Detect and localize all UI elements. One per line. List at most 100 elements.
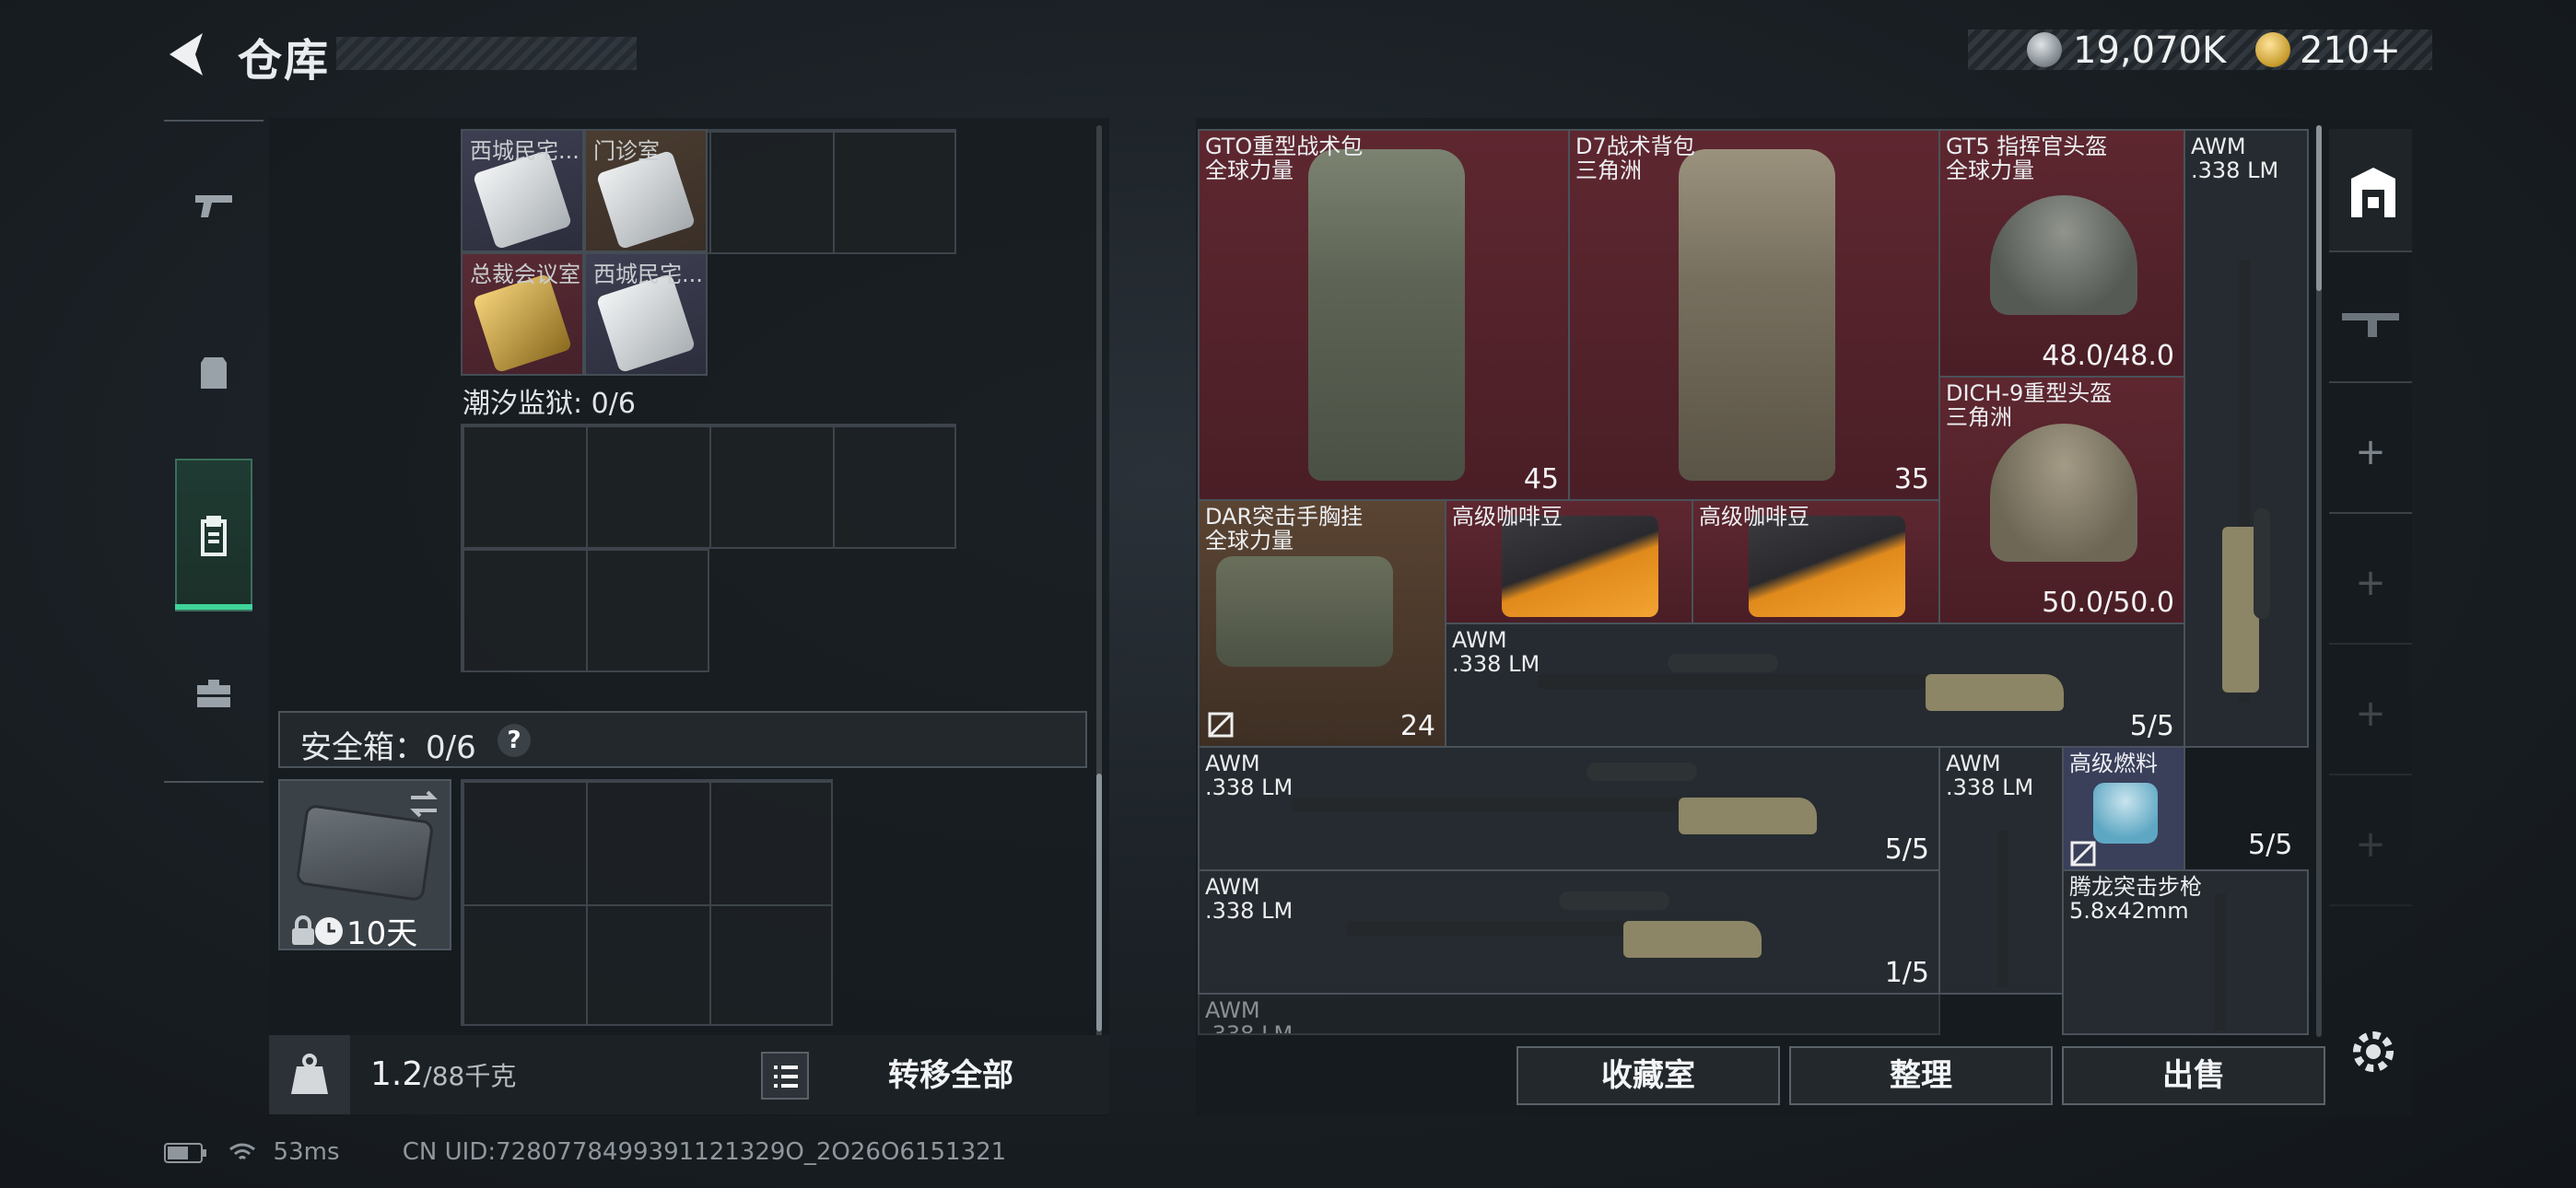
keycard-icon — [595, 273, 697, 374]
prison-grid-row1[interactable] — [461, 424, 956, 549]
item-coffee-beans[interactable]: 高级咖啡豆 — [1445, 499, 1693, 624]
prison-grid-row2[interactable] — [461, 547, 709, 672]
item-dich9-helmet[interactable]: DICH-9重型头盔 三角洲 50.0/50.0 — [1938, 376, 2185, 624]
pistol-icon — [195, 195, 232, 217]
nav-briefcase[interactable] — [164, 619, 263, 766]
side-slot-container[interactable] — [2329, 129, 2412, 252]
item-awm[interactable]: AWM .338 LM — [1198, 993, 1940, 1035]
clipboard-icon — [201, 516, 227, 556]
side-slot-add[interactable]: + — [2329, 652, 2412, 775]
weight-icon-box — [269, 1035, 350, 1114]
item-premium-fuel[interactable]: 高级燃料 — [2062, 746, 2185, 871]
nav-warehouse[interactable] — [164, 462, 263, 610]
item-durability: 50.0/50.0 — [2042, 587, 2174, 619]
rifle-image — [1997, 831, 2008, 987]
side-slot-add[interactable]: + — [2329, 390, 2412, 514]
coffee-image — [1502, 516, 1658, 617]
item-caliber: .338 LM — [1452, 651, 1540, 677]
item-d7-backpack[interactable]: D7战术背包 三角洲 35 — [1568, 129, 1940, 501]
currency-bar: 19,070K 210+ — [1968, 29, 2432, 72]
plus-icon: + — [2355, 431, 2386, 473]
item-name: D7战术背包 — [1575, 134, 1695, 159]
key-cell[interactable]: 门诊室 — [584, 129, 708, 252]
house-icon — [2351, 168, 2395, 217]
item-capacity: 35 — [1893, 463, 1929, 495]
item-gto-backpack[interactable]: GTO重型战术包 全球力量 45 — [1198, 129, 1570, 501]
plus-icon: + — [2355, 823, 2386, 866]
item-ammo: 5/5 — [1884, 833, 1929, 866]
item-caliber: .338 LM — [1205, 1021, 1294, 1035]
item-coffee-beans[interactable]: 高级咖啡豆 — [1692, 499, 1940, 624]
prison-section-label: 潮汐监狱: 0/6 — [463, 388, 636, 420]
collection-room-button[interactable]: 收藏室 — [1516, 1046, 1780, 1105]
item-caliber: .338 LM — [1205, 775, 1294, 800]
item-awm[interactable]: AWM .338 LM — [1938, 746, 2064, 995]
item-name: 高级咖啡豆 — [1452, 504, 1563, 530]
item-awm[interactable]: AWM .338 LM 5/5 — [1198, 746, 1940, 871]
backpack-icon — [201, 357, 227, 389]
item-awm[interactable]: AWM .338 LM 5/5 — [1445, 623, 2185, 748]
safe-case-icon — [295, 803, 435, 903]
left-nav — [164, 120, 263, 783]
rifle-stock — [1679, 798, 1817, 834]
item-brand: 全球力量 — [1205, 528, 1294, 553]
rifle-scope — [1559, 891, 1669, 910]
safebox-label: 安全箱：0/6 — [300, 729, 476, 766]
battery-icon — [164, 1142, 206, 1163]
item-gt5-helmet[interactable]: GT5 指挥官头盔 全球力量 48.0/48.0 — [1938, 129, 2185, 378]
sort-button[interactable]: 整理 — [1789, 1046, 2053, 1105]
clock-icon — [315, 917, 343, 945]
fuel-can-image — [2093, 783, 2158, 844]
right-scrollbar-thumb[interactable] — [2316, 125, 2322, 291]
item-awm-vertical[interactable]: AWM .338 LM — [2184, 129, 2309, 748]
gold-currency-value[interactable]: 210+ — [2300, 29, 2401, 72]
gold-coin-icon — [2255, 32, 2290, 67]
item-awm[interactable]: AWM .338 LM 1/5 — [1198, 869, 1940, 995]
item-name: AWM — [2191, 134, 2246, 159]
no-insure-icon — [1208, 712, 1234, 738]
back-arrow-icon — [170, 33, 203, 76]
side-slot-add[interactable]: + — [2329, 783, 2412, 906]
backpack-image — [1308, 149, 1465, 481]
sell-button[interactable]: 出售 — [2062, 1046, 2325, 1105]
key-cell[interactable]: 总裁会议室 — [461, 252, 584, 376]
item-name: AWM — [1205, 874, 1260, 900]
side-slot-weapon[interactable] — [2329, 260, 2412, 383]
helmet-image — [1990, 424, 2137, 562]
transfer-all-button[interactable]: 转移全部 — [831, 1052, 1071, 1100]
item-caliber: .338 LM — [1946, 775, 2034, 800]
weight-icon — [291, 1054, 328, 1094]
keycard-icon — [472, 149, 573, 250]
wifi-icon — [229, 1143, 256, 1159]
safe-case-slot[interactable]: 10天 — [278, 779, 451, 952]
rifle-stock — [1623, 921, 1762, 958]
safebox-grid[interactable] — [461, 779, 833, 1026]
help-icon[interactable]: ? — [498, 724, 531, 757]
swap-icon[interactable] — [405, 788, 442, 820]
rifle-stock — [1926, 674, 2064, 711]
item-tenglong-rifle[interactable]: 腾龙突击步枪 5.8x42mm — [2062, 869, 2309, 1035]
keycard-icon — [595, 149, 697, 250]
plus-icon: + — [2355, 562, 2386, 604]
nav-equipment[interactable] — [164, 297, 263, 444]
key-cell[interactable]: 西城民宅... — [461, 129, 584, 252]
backpack-image — [1679, 149, 1835, 481]
safebox-header: 安全箱：0/6 ? — [278, 711, 1087, 768]
left-scrollbar-thumb[interactable] — [1096, 774, 1102, 1031]
item-name: AWM — [1946, 751, 2001, 776]
key-label: 总裁会议室 — [470, 262, 580, 287]
item-ammo: 1/5 — [1884, 957, 1929, 989]
chest-rig-image — [1216, 556, 1393, 667]
coffee-image — [1749, 516, 1905, 617]
back-button[interactable] — [162, 28, 210, 81]
list-view-button[interactable] — [761, 1052, 809, 1100]
rifle-scope — [1668, 654, 1778, 672]
item-capacity: 24 — [1399, 710, 1435, 742]
side-slot-add[interactable]: + — [2329, 521, 2412, 645]
gear-icon[interactable] — [2346, 1024, 2401, 1079]
nav-weapons[interactable] — [164, 131, 263, 278]
key-cell[interactable]: 西城民宅... — [584, 252, 708, 376]
left-bottom-bar: 1.2/88千克 转移全部 — [269, 1035, 1109, 1114]
item-name: AWM — [1205, 751, 1260, 776]
item-dar-chest-rig[interactable]: DAR突击手胸挂 全球力量 24 — [1198, 499, 1446, 748]
